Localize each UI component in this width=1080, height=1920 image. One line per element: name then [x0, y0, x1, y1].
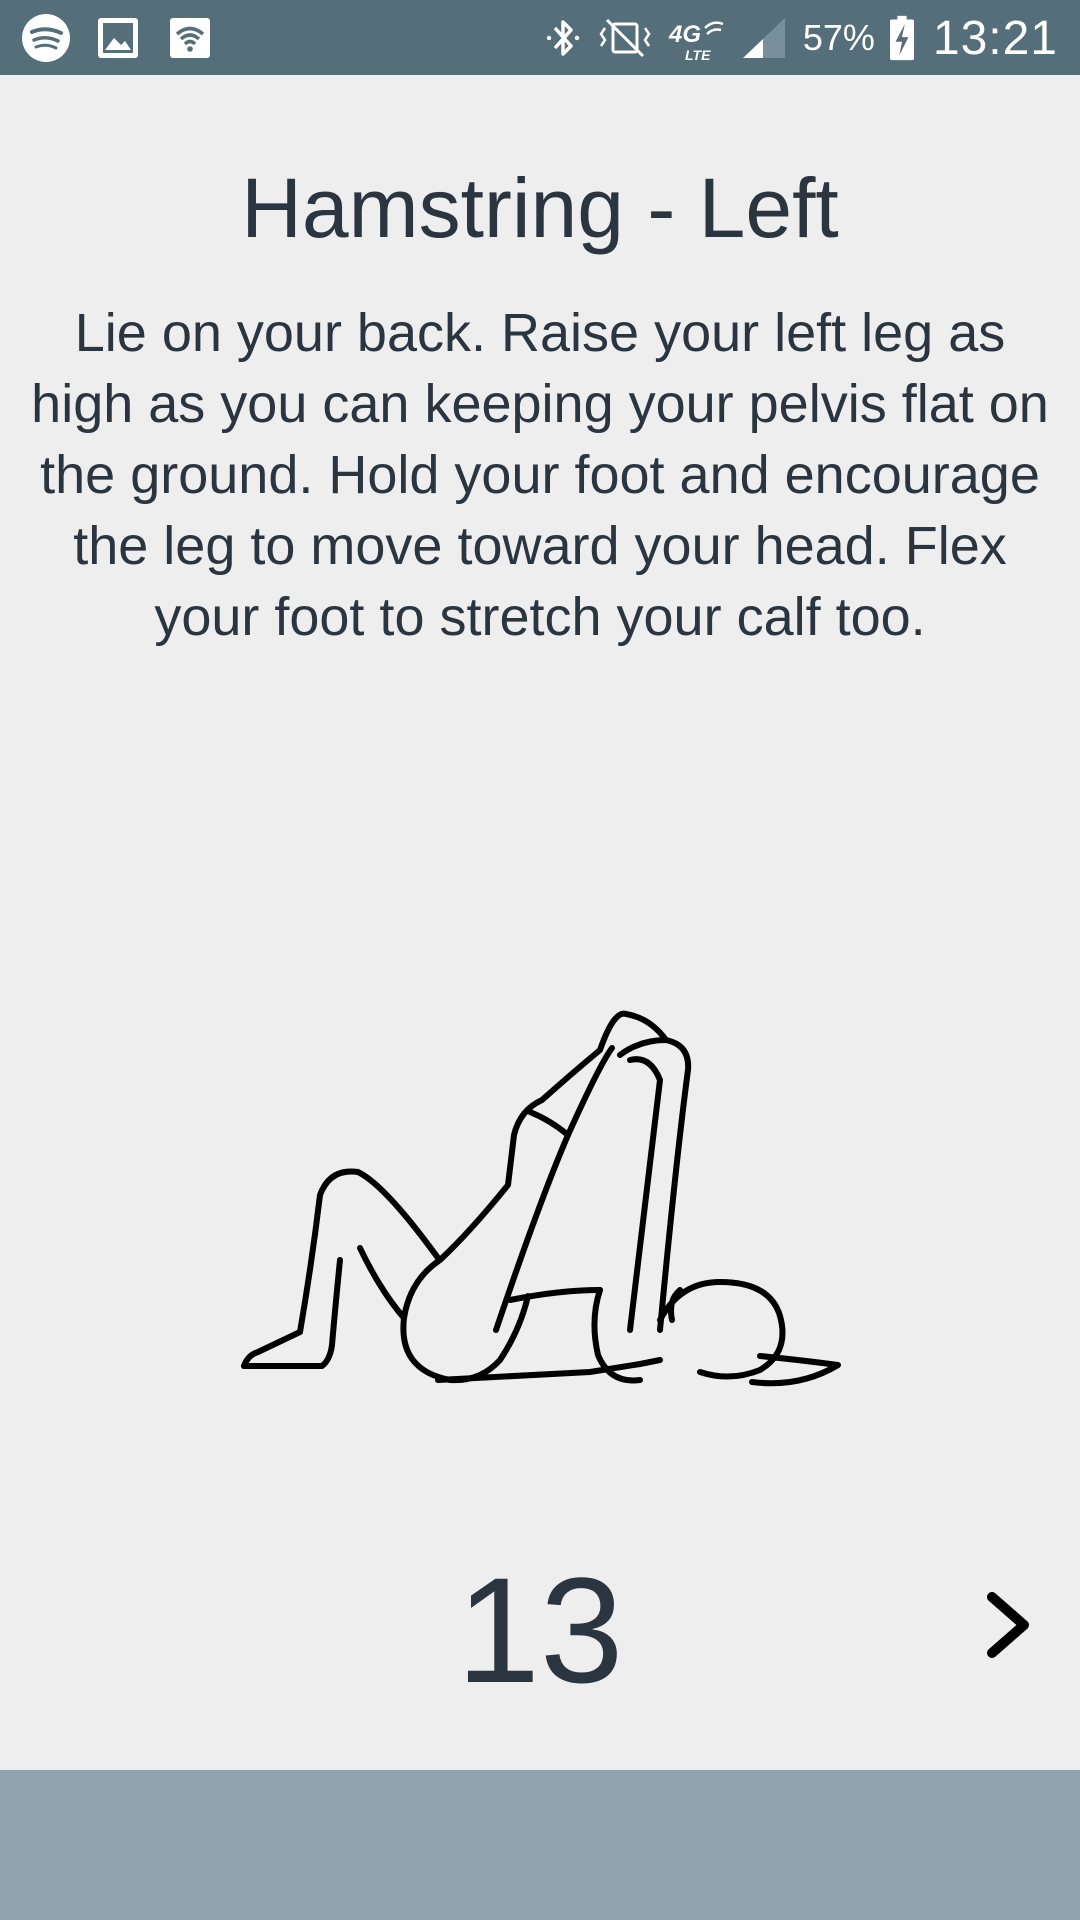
- spotify-icon: [22, 14, 70, 62]
- wifi-status-icon: [170, 18, 210, 58]
- chevron-right-icon[interactable]: [970, 1575, 1050, 1675]
- hamstring-stretch-figure-icon: [241, 1010, 841, 1387]
- battery-percentage: 57%: [802, 17, 875, 58]
- 4g-lte-icon: 4G LTE: [668, 21, 724, 62]
- notification-icons: [20, 12, 236, 64]
- svg-text:LTE: LTE: [685, 47, 711, 62]
- bottom-bar: [0, 1770, 1080, 1920]
- vibrate-icon: [599, 18, 651, 58]
- system-status: 4G LTE 57% 13:21: [531, 8, 1058, 68]
- battery-charging-icon: [889, 15, 914, 61]
- clock: 13:21: [932, 11, 1058, 65]
- status-bar: 4G LTE 57% 13:21: [0, 0, 1080, 75]
- exercise-title: Hamstring - Left: [241, 161, 839, 255]
- svg-text:4G: 4G: [668, 21, 701, 48]
- signal-icon: [742, 18, 785, 58]
- gallery-icon: [98, 18, 138, 58]
- countdown-timer: 13: [456, 1546, 624, 1714]
- exercise-description: Lie on your back. Raise your left leg as…: [31, 303, 1049, 647]
- bluetooth-icon: [546, 20, 580, 56]
